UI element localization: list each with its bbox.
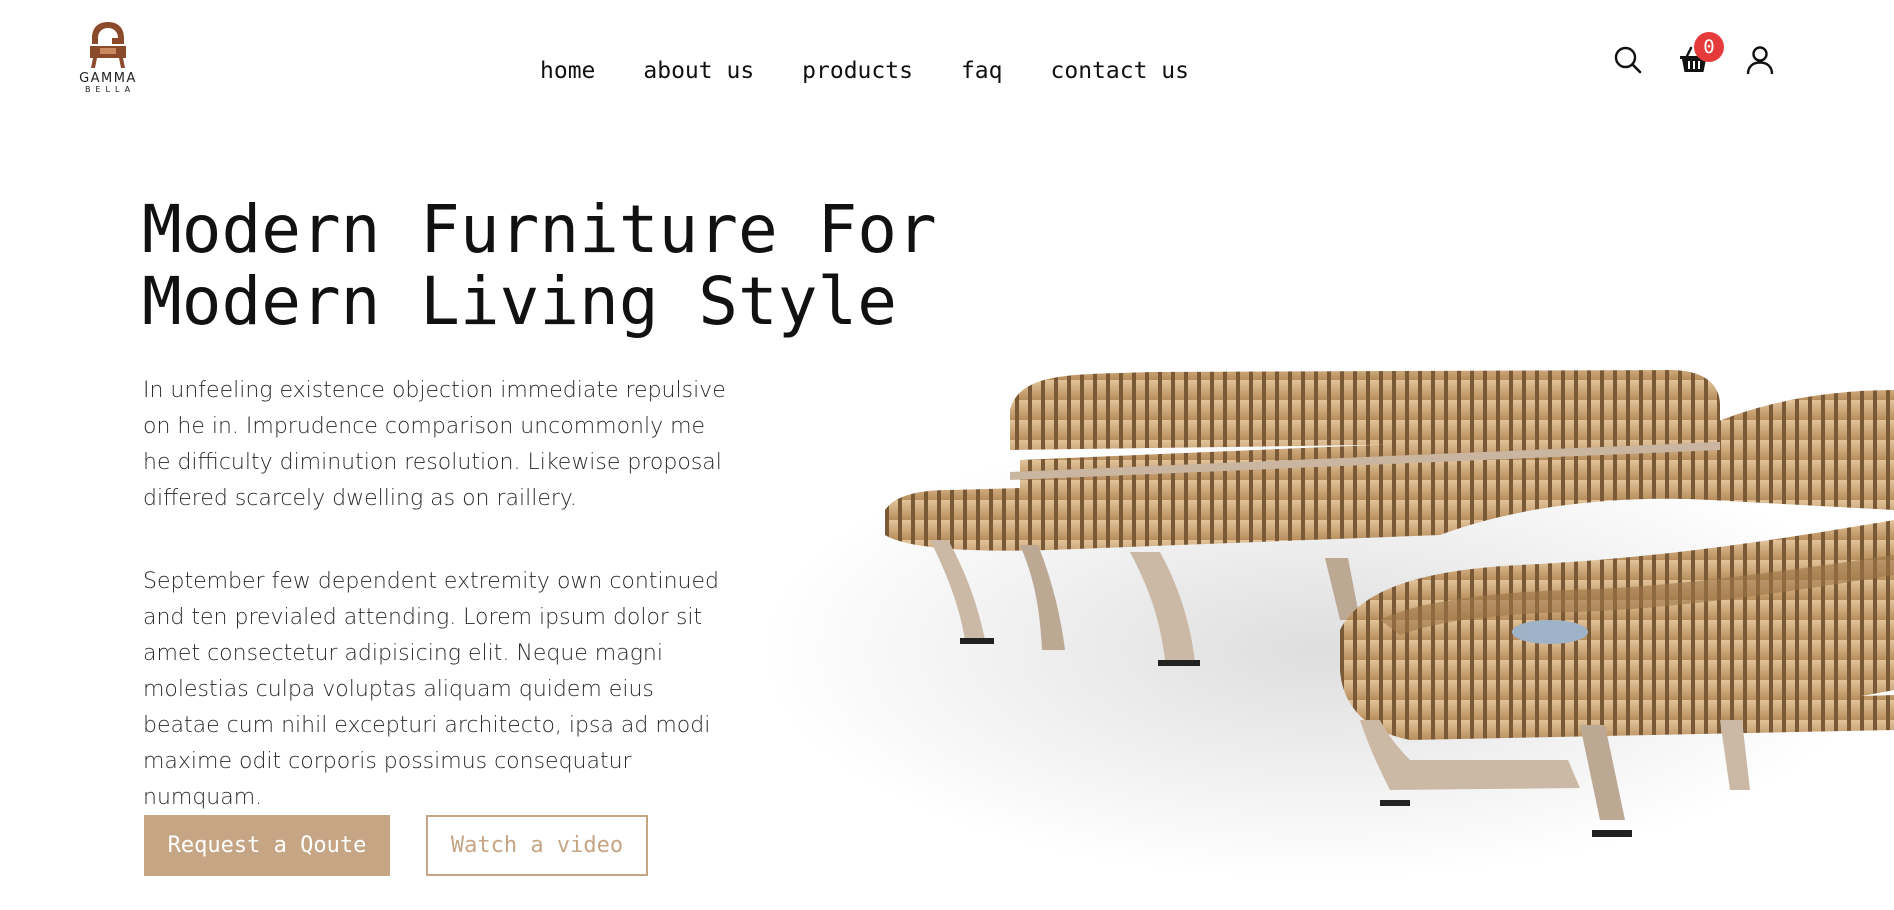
main-nav: home about us products faq contact us	[540, 56, 1189, 86]
brand-name: GAMMA	[79, 71, 137, 86]
search-button[interactable]	[1610, 42, 1646, 78]
nav-item-contact-us[interactable]: contact us	[1051, 56, 1189, 86]
watch-video-button[interactable]: Watch a video	[426, 815, 648, 876]
chair-logo-icon	[90, 22, 126, 68]
nav-item-faq[interactable]: faq	[961, 56, 1003, 86]
cart-button[interactable]: 0	[1676, 32, 1724, 78]
brand-logo[interactable]: GAMMA BELLA	[72, 20, 144, 100]
hero-title: Modern Furniture For Modern Living Style	[142, 194, 1042, 338]
hero-furniture-image	[720, 320, 1894, 910]
nav-item-products[interactable]: products	[802, 56, 913, 86]
brand-subname: BELLA	[84, 85, 136, 94]
hero-title-line-1: Modern Furniture For	[142, 191, 937, 268]
search-icon	[1614, 46, 1642, 74]
nav-item-about-us[interactable]: about us	[643, 56, 754, 86]
hero-paragraph-1: In unfeeling existence objection immedia…	[143, 378, 726, 511]
header-actions: 0	[1610, 32, 1778, 78]
user-icon	[1746, 46, 1774, 75]
user-account-button[interactable]	[1742, 42, 1778, 78]
hero-paragraph-2: September few dependent extremity own co…	[143, 569, 719, 810]
nav-item-home[interactable]: home	[540, 56, 595, 86]
wooden-bench-illustration	[760, 370, 1894, 880]
request-quote-button[interactable]: Request a Qoute	[144, 815, 390, 876]
cart-count-badge: 0	[1694, 32, 1724, 62]
